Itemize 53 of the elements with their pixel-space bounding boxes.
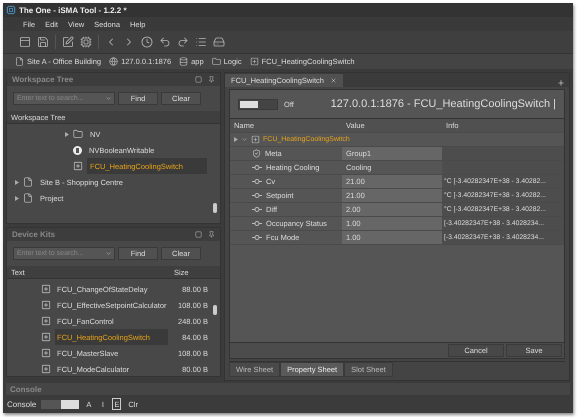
slot-icon: [252, 207, 262, 212]
close-icon: [330, 77, 337, 84]
slot-icon: [252, 221, 262, 226]
boolean-icon: [73, 146, 82, 154]
save-icon[interactable]: [37, 36, 49, 48]
panel-title: Workspace Tree: [12, 75, 74, 84]
caret-icon: [241, 136, 248, 143]
page-icon: [23, 193, 33, 203]
maximize-icon: [195, 231, 202, 238]
console-label: Console: [7, 400, 36, 408]
component-icon: [41, 300, 51, 310]
shield-icon: [252, 149, 261, 158]
expand-arrow-icon[interactable]: [234, 137, 238, 142]
add-icon: [557, 79, 565, 87]
component-icon: [41, 348, 51, 358]
globe-icon: [109, 57, 118, 66]
component-icon: [41, 364, 51, 374]
layout-icon[interactable]: [19, 36, 31, 48]
expand-arrow-icon[interactable]: [15, 180, 19, 184]
toggle-switch[interactable]: [238, 98, 278, 110]
pin-icon: [208, 231, 215, 238]
redo-icon[interactable]: [177, 36, 189, 48]
slot-icon: [252, 165, 262, 170]
component-icon: [250, 57, 259, 66]
clock-icon[interactable]: [141, 36, 153, 48]
chip-icon[interactable]: [80, 36, 92, 48]
edit-icon[interactable]: [62, 36, 74, 48]
slot-icon: [252, 193, 262, 198]
window-title: The One - iSMA Tool - 1.2.2 *: [19, 6, 127, 14]
panel-title: Device Kits: [12, 230, 56, 239]
expand-arrow-icon[interactable]: [65, 132, 69, 136]
component-icon: [41, 332, 51, 342]
component-icon: [73, 161, 83, 171]
component-icon: [41, 316, 51, 326]
slot-icon: [252, 179, 262, 184]
panel-title: Console: [10, 384, 42, 394]
maximize-icon: [195, 76, 202, 83]
editor-heading: 127.0.0.1:1876 - FCU_HeatingCoolingSwitch |: [330, 98, 556, 110]
component-icon: [251, 135, 260, 144]
folder-icon: [212, 57, 221, 66]
drive-icon[interactable]: [213, 36, 225, 48]
folder-icon: [73, 129, 83, 139]
component-icon: [41, 284, 51, 294]
page-icon: [23, 177, 33, 187]
database-icon: [179, 57, 188, 66]
undo-icon[interactable]: [159, 36, 171, 48]
pin-icon: [208, 76, 215, 83]
slot-icon: [252, 235, 262, 240]
console-toggle[interactable]: [41, 400, 80, 408]
caret-icon: [105, 250, 112, 257]
caret-icon: [105, 95, 112, 102]
expand-arrow-icon[interactable]: [15, 196, 19, 200]
page-icon: [15, 57, 24, 66]
